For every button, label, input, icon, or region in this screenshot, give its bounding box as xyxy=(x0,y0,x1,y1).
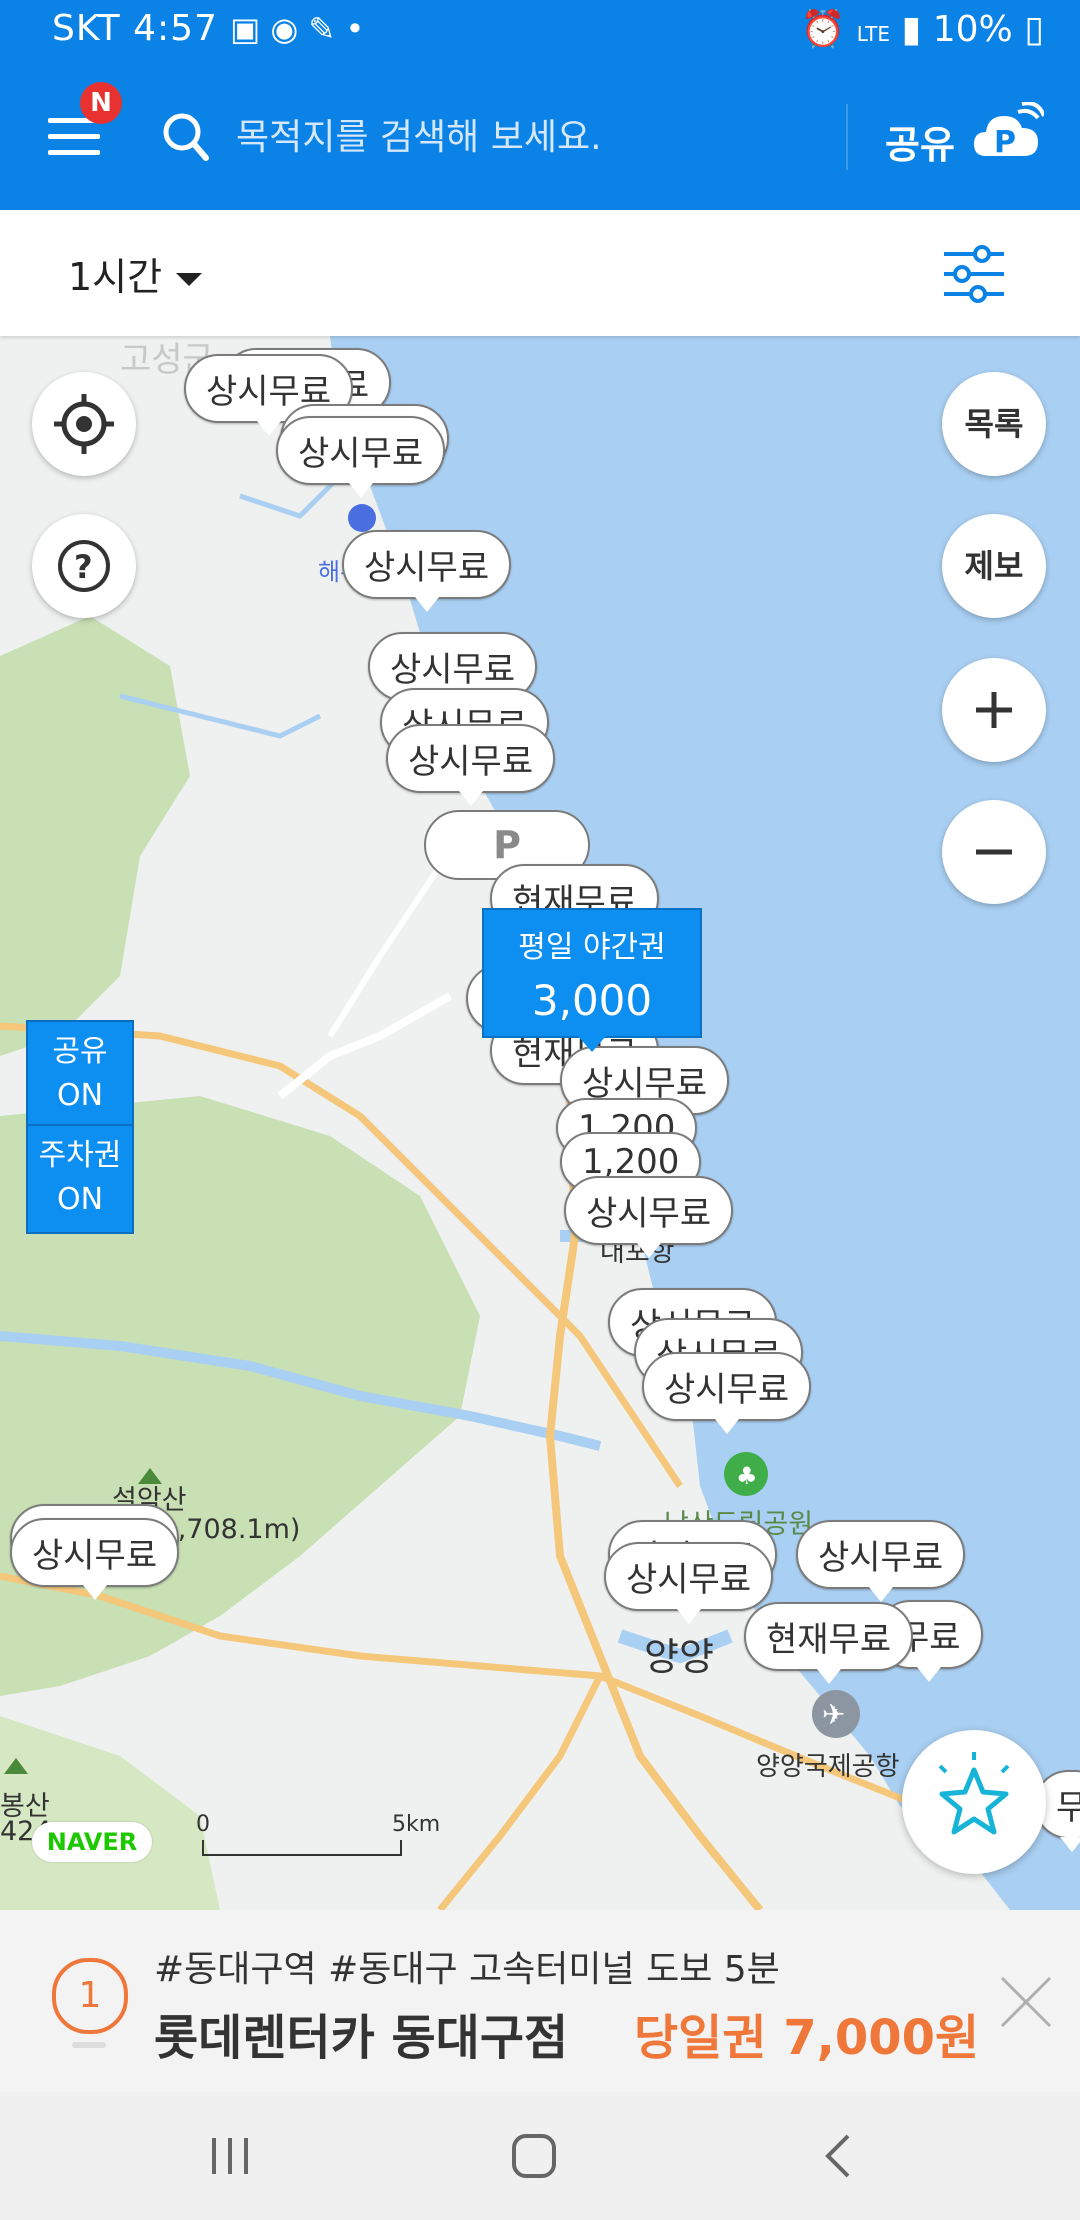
zoom-in-button[interactable] xyxy=(942,658,1046,762)
label-airport: 양양국제공항 xyxy=(756,1752,900,1782)
header-divider xyxy=(846,104,848,170)
locate-icon xyxy=(54,394,114,454)
beach-icon xyxy=(348,504,376,532)
ad-banner[interactable]: 1 #동대구역 #동대구 고속터미널 도보 5분 롯데렌터카 동대구점 당일권 … xyxy=(0,1910,1080,2092)
ad-tags: #동대구역 #동대구 고속터미널 도보 5분 xyxy=(154,1949,780,1990)
toggle-panel: 공유 ON 주차권 ON xyxy=(26,1020,134,1234)
network-label: LTE xyxy=(856,22,890,46)
menu-icon[interactable] xyxy=(48,118,100,158)
favorite-button[interactable] xyxy=(902,1730,1046,1874)
share-toggle-label: 공유 xyxy=(52,1034,108,1069)
map-pin[interactable]: 상시무료 xyxy=(796,1520,966,1602)
status-right: ⏰ LTE ▮ 10% ▯ xyxy=(800,8,1044,50)
map-pin[interactable]: 상시무료 xyxy=(342,530,512,612)
share-label[interactable]: 공유 xyxy=(885,114,955,169)
label-yangyang: 양양 xyxy=(644,1635,714,1679)
chevron-down-icon xyxy=(176,273,203,286)
star-icon xyxy=(938,1752,1010,1835)
selected-pin-title: 평일 야간권 xyxy=(518,930,666,965)
plus-icon xyxy=(976,692,1012,728)
share-toggle-state: ON xyxy=(56,1078,104,1113)
time-filter-dropdown[interactable]: 1시간 xyxy=(68,246,203,301)
system-nav-bar xyxy=(0,2092,1080,2220)
selected-pin[interactable]: 평일 야간권 3,000 xyxy=(482,908,702,1052)
app-header: N 공유 P xyxy=(0,64,1080,210)
map-pin[interactable]: 상시무료 xyxy=(276,416,446,498)
map-pin[interactable]: 상시무료 xyxy=(564,1176,734,1258)
settings-sliders-icon[interactable] xyxy=(942,244,1006,304)
selected-pin-price: 3,000 xyxy=(531,976,653,1025)
zoom-out-button[interactable] xyxy=(942,800,1046,904)
battery-label: 10% xyxy=(932,9,1013,50)
locate-button[interactable] xyxy=(32,372,136,476)
minus-icon xyxy=(976,849,1012,855)
ticket-toggle[interactable]: 주차권 ON xyxy=(28,1126,132,1230)
ad-rank-badge: 1 xyxy=(52,1958,128,2034)
close-icon[interactable] xyxy=(996,1972,1056,2032)
share-p-logo-icon[interactable]: P xyxy=(972,102,1044,162)
report-button[interactable]: 제보 xyxy=(942,514,1046,618)
ad-price: 당일권 7,000원 xyxy=(634,2010,980,2066)
status-bar: SKT 4:57 ▣ ◉ ✎ • ⏰ LTE ▮ 10% ▯ xyxy=(0,0,1080,64)
carrier-time: SKT 4:57 xyxy=(52,8,218,49)
notification-icons: ▣ ◉ ✎ • xyxy=(230,10,365,48)
alarm-icon: ⏰ xyxy=(800,9,846,50)
search-input[interactable] xyxy=(236,112,796,162)
map-pin[interactable]: 상시무료 xyxy=(604,1542,774,1624)
ticket-toggle-state: ON xyxy=(56,1182,104,1217)
signal-icon: ▮ xyxy=(901,9,922,50)
recent-apps-icon[interactable] xyxy=(206,2134,256,2178)
svg-text:✈: ✈ xyxy=(822,1698,845,1731)
home-icon[interactable] xyxy=(510,2132,558,2180)
notification-badge: N xyxy=(80,82,122,124)
list-button[interactable]: 목록 xyxy=(942,372,1046,476)
share-toggle[interactable]: 공유 ON xyxy=(28,1022,132,1126)
help-icon: ? xyxy=(58,540,110,592)
ticket-toggle-label: 주차권 xyxy=(38,1138,122,1173)
naver-logo: NAVER xyxy=(32,1822,152,1862)
time-filter-label: 1시간 xyxy=(68,255,163,299)
help-button[interactable]: ? xyxy=(32,514,136,618)
back-icon[interactable] xyxy=(818,2132,858,2180)
map-pin[interactable]: 현재무료 xyxy=(744,1602,914,1684)
svg-text:?: ? xyxy=(74,548,93,586)
scale-five: 5km xyxy=(392,1812,441,1837)
filter-bar: 1시간 xyxy=(0,210,1080,336)
map-pin[interactable]: 상시무료 xyxy=(386,724,556,806)
ad-title: 롯데렌터카 동대구점 xyxy=(154,2010,569,2066)
search-icon[interactable] xyxy=(160,108,210,168)
battery-icon: ▯ xyxy=(1024,9,1044,50)
map-pin[interactable]: 상시무료 xyxy=(10,1518,180,1600)
svg-text:♣: ♣ xyxy=(736,1462,758,1490)
map-pin[interactable]: 상시무료 xyxy=(642,1352,812,1434)
ad-rank-shadow xyxy=(72,2042,106,2048)
share-logo-letter: P xyxy=(994,125,1016,160)
scale-bar xyxy=(202,1840,402,1856)
scale-zero: 0 xyxy=(196,1812,210,1837)
map-view[interactable]: ♣ ✈ 고성군 해수욕장 대포항 설악산 (1,708.1m) 낙산도립공원 양… xyxy=(0,336,1080,1910)
